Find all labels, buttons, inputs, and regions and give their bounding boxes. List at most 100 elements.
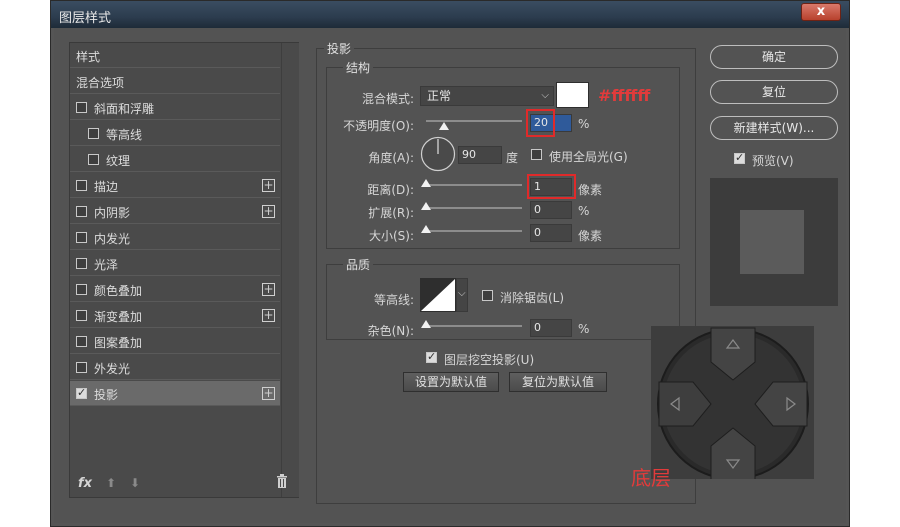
spread-value: 0: [534, 203, 541, 216]
style-list-item[interactable]: 投影 +: [70, 381, 280, 406]
layer-knocks-out-shadow-label: 图层挖空投影(U): [444, 353, 535, 367]
style-list-item-label: 外发光: [94, 362, 131, 376]
style-checkbox[interactable]: [76, 386, 87, 399]
size-value: 0: [534, 226, 541, 239]
add-instance-icon[interactable]: +: [262, 283, 275, 296]
style-list-item-label: 渐变叠加: [94, 310, 143, 324]
bottom-layer-annotation: 底层: [631, 466, 671, 490]
blend-mode-select[interactable]: 正常 ⌵: [420, 86, 554, 106]
style-checkbox[interactable]: [76, 206, 87, 217]
dialog-body: 样式 混合选项 斜面和浮雕 等高线 纹理 描边 + 内阴影 + 内发光 光泽 颜色叠加 + 渐变叠加 + 图案…: [54, 28, 846, 523]
make-default-button[interactable]: 设置为默认值: [403, 372, 499, 392]
opacity-label: 不透明度(O):: [343, 119, 414, 133]
fx-menu-button[interactable]: fx: [78, 476, 92, 491]
layer-knocks-out-shadow-checkbox[interactable]: [426, 350, 437, 363]
noise-slider-thumb[interactable]: [421, 320, 431, 328]
style-checkbox[interactable]: [76, 362, 87, 373]
shadow-color-swatch[interactable]: [556, 82, 589, 108]
opacity-slider-thumb[interactable]: [439, 122, 449, 130]
size-unit: 像素: [578, 229, 603, 243]
use-global-light-checkbox[interactable]: [531, 149, 542, 160]
style-list-item[interactable]: 内发光: [70, 225, 280, 250]
size-input[interactable]: 0: [530, 224, 572, 242]
style-checkbox[interactable]: [76, 284, 87, 295]
add-instance-icon[interactable]: +: [262, 387, 275, 400]
size-slider-thumb[interactable]: [421, 225, 431, 233]
anti-aliased-label: 消除锯齿(L): [500, 291, 565, 305]
spread-slider-track[interactable]: [426, 207, 522, 209]
chevron-down-icon: ⌵: [458, 288, 466, 299]
style-checkbox[interactable]: [76, 180, 87, 191]
noise-unit: %: [578, 322, 590, 336]
distance-slider-thumb[interactable]: [421, 179, 431, 187]
style-checkbox[interactable]: [76, 336, 87, 347]
style-list-item[interactable]: 描边 +: [70, 173, 280, 198]
style-list-item-label: 内发光: [94, 232, 131, 246]
angle-dial[interactable]: [420, 136, 456, 172]
close-button[interactable]: x: [801, 3, 841, 21]
style-checkbox[interactable]: [88, 154, 99, 165]
angle-unit: 度: [506, 151, 519, 165]
color-hex-annotation: #ffffff: [598, 86, 651, 105]
noise-slider-track[interactable]: [426, 325, 522, 327]
style-list-item-label: 斜面和浮雕: [94, 102, 155, 116]
drop-shadow-section-title: 投影: [324, 40, 355, 57]
distance-label: 距离(D):: [367, 183, 414, 197]
distance-unit: 像素: [578, 183, 603, 197]
dpad-graphic: [657, 327, 809, 481]
style-checkbox[interactable]: [76, 310, 87, 321]
style-list-item[interactable]: 图案叠加: [70, 329, 280, 354]
spread-slider-thumb[interactable]: [421, 202, 431, 210]
style-preview: [710, 178, 838, 306]
noise-value: 0: [534, 321, 541, 334]
style-list-item-label: 样式: [76, 50, 101, 64]
ok-button[interactable]: 确定: [710, 45, 838, 69]
angle-input[interactable]: 90: [458, 146, 502, 164]
title-bar: 图层样式 x: [51, 1, 849, 28]
style-list-item-label: 混合选项: [76, 76, 125, 90]
contour-dropdown[interactable]: ⌵: [456, 278, 468, 312]
styles-list-scrollbar[interactable]: [281, 43, 299, 497]
noise-label: 杂色(N):: [367, 324, 414, 338]
use-global-light-label: 使用全局光(G): [549, 150, 628, 164]
style-preview-swatch: [740, 210, 804, 274]
style-checkbox[interactable]: [88, 128, 99, 139]
style-list-item[interactable]: 内阴影 +: [70, 199, 280, 224]
move-down-icon[interactable]: ⬇: [130, 476, 140, 490]
add-instance-icon[interactable]: +: [262, 179, 275, 192]
reset-to-default-button[interactable]: 复位为默认值: [509, 372, 607, 392]
style-list-item[interactable]: 混合选项: [70, 69, 280, 94]
style-list-item[interactable]: 光泽: [70, 251, 280, 276]
style-list-item[interactable]: 颜色叠加 +: [70, 277, 280, 302]
style-checkbox[interactable]: [76, 258, 87, 269]
move-up-icon[interactable]: ⬆: [106, 476, 116, 490]
dpad-image: [651, 326, 814, 481]
spread-label: 扩展(R):: [368, 206, 414, 220]
spread-input[interactable]: 0: [530, 201, 572, 219]
size-slider-track[interactable]: [426, 230, 522, 232]
style-checkbox[interactable]: [76, 102, 87, 113]
style-list-item[interactable]: 斜面和浮雕: [70, 95, 280, 120]
style-list-item[interactable]: 纹理: [70, 147, 280, 172]
style-list-item[interactable]: 样式: [70, 43, 280, 68]
distance-slider-track[interactable]: [426, 184, 522, 186]
style-list-item[interactable]: 渐变叠加 +: [70, 303, 280, 328]
dialog-title: 图层样式: [59, 11, 112, 26]
preview-checkbox[interactable]: [734, 151, 745, 164]
add-instance-icon[interactable]: +: [262, 309, 275, 322]
style-list-item[interactable]: 外发光: [70, 355, 280, 380]
style-list-item-label: 颜色叠加: [94, 284, 143, 298]
reset-button[interactable]: 复位: [710, 80, 838, 104]
chevron-down-icon: ⌵: [541, 90, 549, 101]
style-checkbox[interactable]: [76, 232, 87, 243]
add-instance-icon[interactable]: +: [262, 205, 275, 218]
trash-icon[interactable]: [276, 474, 288, 488]
anti-aliased-checkbox[interactable]: [482, 290, 493, 301]
contour-preview[interactable]: [420, 278, 456, 312]
style-list-item-label: 等高线: [106, 128, 143, 142]
style-list-item-label: 描边: [94, 180, 119, 194]
contour-label: 等高线:: [373, 293, 414, 307]
new-style-button[interactable]: 新建样式(W)...: [710, 116, 838, 140]
noise-input[interactable]: 0: [530, 319, 572, 337]
style-list-item[interactable]: 等高线: [70, 121, 280, 146]
